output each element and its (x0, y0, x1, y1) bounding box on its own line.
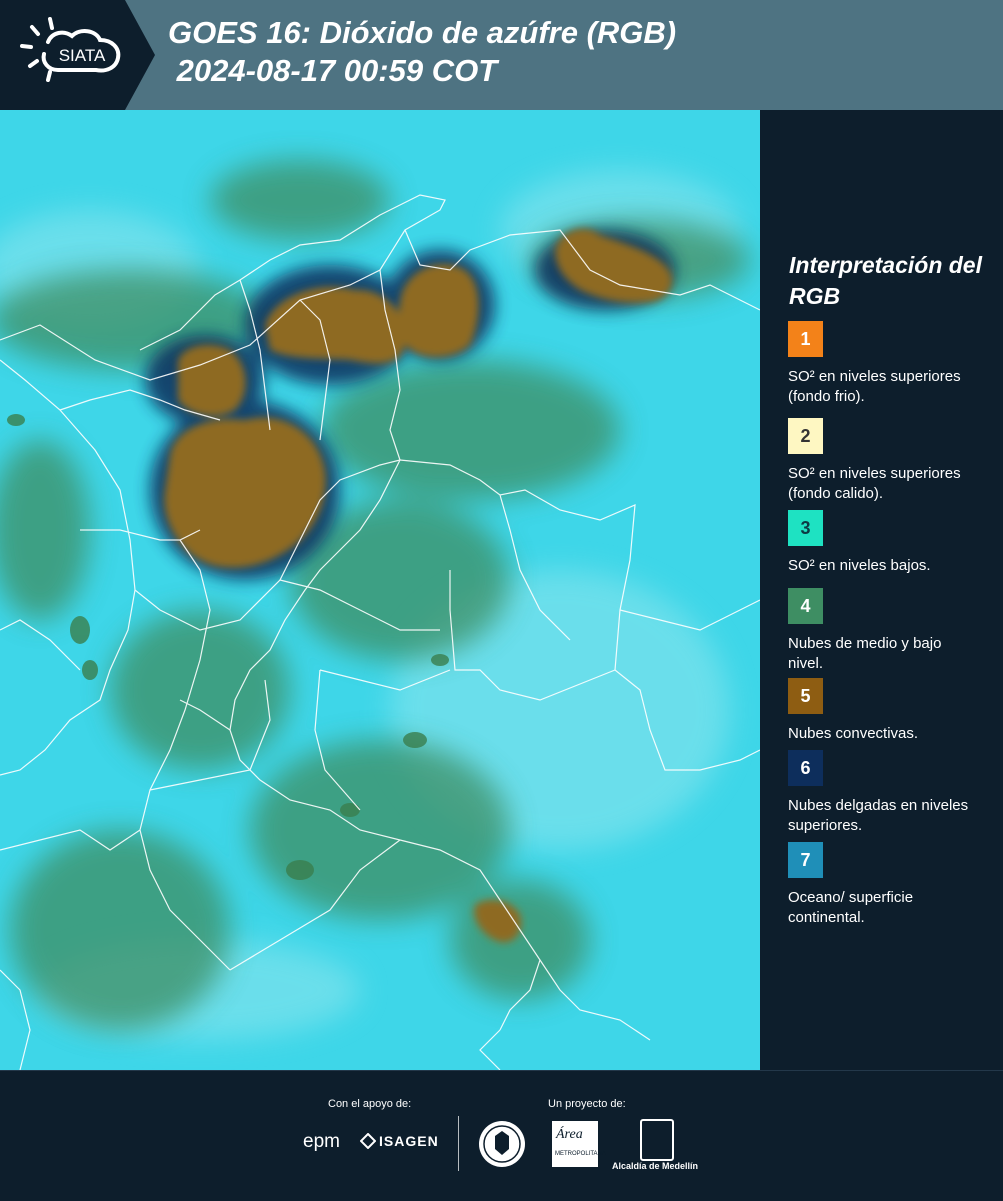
title-line-1: GOES 16: Dióxido de azúfre (RGB) (168, 15, 677, 50)
isagen-icon (360, 1133, 376, 1149)
legend-panel: Interpretación del RGB 1 SO² en niveles … (760, 110, 1003, 1070)
legend-item-6: 6 Nubes delgadas en niveles superiores. (788, 750, 988, 836)
footer-divider (458, 1116, 459, 1171)
legend-swatch: 5 (788, 678, 823, 714)
area-metropolitana-logo[interactable]: Área METROPOLITANA (552, 1121, 606, 1167)
legend-swatch: 1 (788, 321, 823, 357)
legend-swatch: 6 (788, 750, 823, 786)
legend-item-2: 2 SO² en niveles superiores (fondo calid… (788, 418, 988, 504)
legend-label: Nubes delgadas en niveles superiores. (788, 797, 969, 834)
legend-label: Nubes de medio y bajo nivel. (788, 635, 942, 672)
legend-label: Nubes convectivas. (788, 725, 919, 742)
legend-item-1: 1 SO² en niveles superiores (fondo frio)… (788, 321, 988, 407)
legend-label: SO² en niveles bajos. (788, 557, 931, 574)
isagen-label: ISAGEN (379, 1133, 439, 1149)
logo-text: SIATA (59, 46, 106, 65)
satellite-map[interactable] (0, 110, 760, 1070)
project-label: Un proyecto de: (548, 1098, 626, 1110)
legend-swatch: 4 (788, 588, 823, 624)
seal-logo[interactable] (477, 1119, 527, 1174)
legend-item-7: 7 Oceano/ superficie continental. (788, 842, 988, 928)
legend-item-5: 5 Nubes convectivas. (788, 678, 988, 744)
legend-label: SO² en niveles superiores (fondo calido)… (788, 465, 961, 502)
footer: Con el apoyo de: Un proyecto de: epm ISA… (0, 1070, 1003, 1201)
epm-logo[interactable]: epm (303, 1131, 340, 1153)
seal-icon (479, 1121, 525, 1167)
legend-label: Oceano/ superficie continental. (788, 889, 914, 926)
legend-swatch: 2 (788, 418, 823, 454)
isagen-logo[interactable]: ISAGEN (360, 1133, 439, 1149)
header: SIATA GOES 16: Dióxido de azúfre (RGB) 2… (0, 0, 1003, 110)
legend-swatch: 7 (788, 842, 823, 878)
area-label: Área (556, 1127, 583, 1142)
medellin-crest-icon (640, 1119, 674, 1161)
support-label: Con el apoyo de: (328, 1098, 412, 1110)
area-sub-label: METROPOLITANA (555, 1151, 606, 1157)
legend-label: SO² en niveles superiores (fondo frio). (788, 368, 961, 405)
title-line-2: 2024-08-17 00:59 COT (168, 53, 498, 88)
legend-swatch: 3 (788, 510, 823, 546)
legend-item-4: 4 Nubes de medio y bajo nivel. (788, 588, 988, 674)
legend-title: Interpretación del RGB (789, 252, 982, 309)
siata-logo[interactable]: SIATA (0, 0, 155, 110)
legend-item-3: 3 SO² en niveles bajos. (788, 510, 988, 576)
medellin-label[interactable]: Alcaldía de Medellín (612, 1161, 698, 1171)
page-title: GOES 16: Dióxido de azúfre (RGB) 2024-08… (168, 14, 676, 90)
